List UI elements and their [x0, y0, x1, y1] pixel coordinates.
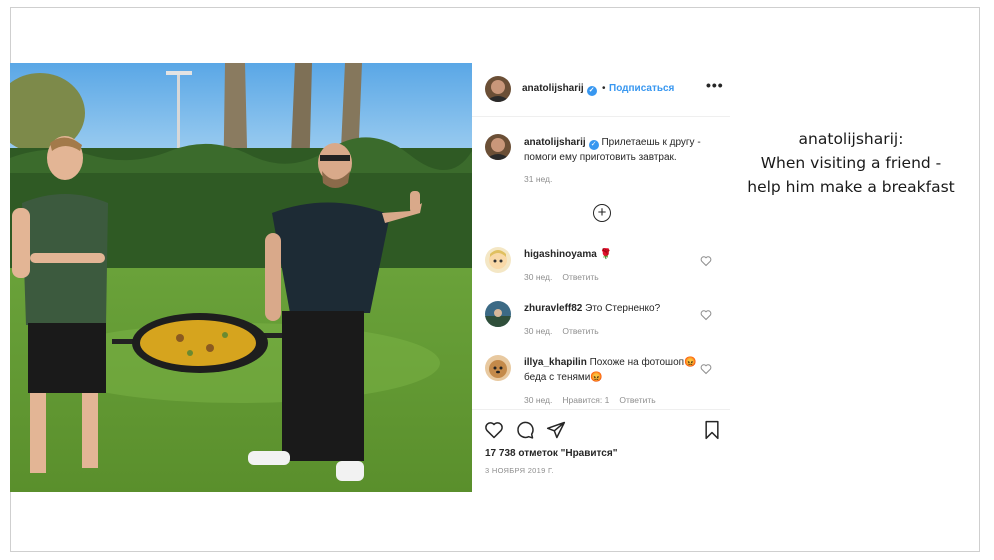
verified-icon: ✓ — [586, 86, 597, 96]
post-date: 3 НОЯБРЯ 2019 Г. — [485, 466, 554, 475]
avatar[interactable] — [485, 134, 511, 160]
plus-circle-icon[interactable]: + — [593, 204, 611, 222]
comment-meta: 30 нед. Нравится: 1 Ответить — [524, 395, 666, 405]
comment-username[interactable]: illya_khapilin — [524, 357, 587, 368]
avatar[interactable] — [485, 247, 511, 273]
translation-line: anatolijsharij: — [798, 130, 904, 148]
translation-text: anatolijsharij: When visiting a friend -… — [745, 127, 957, 199]
username-link[interactable]: anatolijsharij ✓ — [522, 83, 597, 96]
caption-time: 31 нед. — [524, 174, 553, 184]
comment-username[interactable]: higashinoyama — [524, 249, 597, 260]
list-item: illya_khapilin Похоже на фотошоп😡 беда с… — [472, 355, 730, 407]
caption-username[interactable]: anatolijsharij — [524, 137, 586, 148]
comment-time: 30 нед. — [524, 395, 553, 405]
comment-icon[interactable] — [515, 420, 535, 440]
comment-meta: 30 нед. Ответить — [524, 272, 609, 282]
heart-icon[interactable] — [700, 255, 712, 267]
post-actions: 17 738 отметок "Нравится" 3 НОЯБРЯ 2019 … — [472, 409, 730, 492]
likes-count[interactable]: 17 738 отметок "Нравится" — [485, 448, 617, 459]
comment-text: illya_khapilin Похоже на фотошоп😡 беда с… — [524, 355, 699, 385]
avatar[interactable] — [485, 301, 511, 327]
verified-icon: ✓ — [588, 140, 599, 150]
translation-line: When visiting a friend - — [760, 154, 942, 172]
share-icon[interactable] — [546, 420, 566, 440]
translation-line: help him make a breakfast — [747, 178, 955, 196]
heart-icon[interactable] — [700, 363, 712, 375]
reply-button[interactable]: Ответить — [562, 326, 598, 336]
list-item: zhuravleff82 Это Стерненко? 30 нед. Ответ… — [472, 301, 730, 353]
comment-meta: 30 нед. Ответить — [524, 326, 609, 336]
comment-body: Это Стерненко? — [585, 303, 661, 314]
separator-dot: • — [602, 83, 606, 94]
username-text: anatolijsharij — [522, 83, 584, 94]
follow-button[interactable]: Подписаться — [609, 83, 674, 94]
caption-text: anatolijsharij ✓ Прилетаешь к другу - пом… — [524, 135, 724, 165]
reply-button[interactable]: Ответить — [562, 272, 598, 282]
comment-time: 30 нед. — [524, 272, 553, 282]
three-dots-icon[interactable]: ••• — [706, 77, 724, 93]
comment-username[interactable]: zhuravleff82 — [524, 303, 582, 314]
post-header: anatolijsharij ✓ • Подписаться ••• — [472, 63, 730, 117]
avatar[interactable] — [485, 76, 511, 102]
avatar[interactable] — [485, 355, 511, 381]
post-photo[interactable] — [10, 63, 472, 492]
comment-time: 30 нед. — [524, 326, 553, 336]
bookmark-icon[interactable] — [702, 420, 722, 440]
heart-icon[interactable] — [484, 420, 504, 440]
heart-icon[interactable] — [700, 309, 712, 321]
comment-text: higashinoyama 🌹 — [524, 247, 699, 262]
reply-button[interactable]: Ответить — [619, 395, 655, 405]
list-item: higashinoyama 🌹 30 нед. Ответить — [472, 247, 730, 299]
comment-body: 🌹 — [599, 249, 613, 260]
comment-text: zhuravleff82 Это Стерненко? — [524, 301, 699, 316]
comment-likes[interactable]: Нравится: 1 — [562, 395, 609, 405]
post-panel: anatolijsharij ✓ • Подписаться ••• anatol… — [472, 63, 730, 492]
